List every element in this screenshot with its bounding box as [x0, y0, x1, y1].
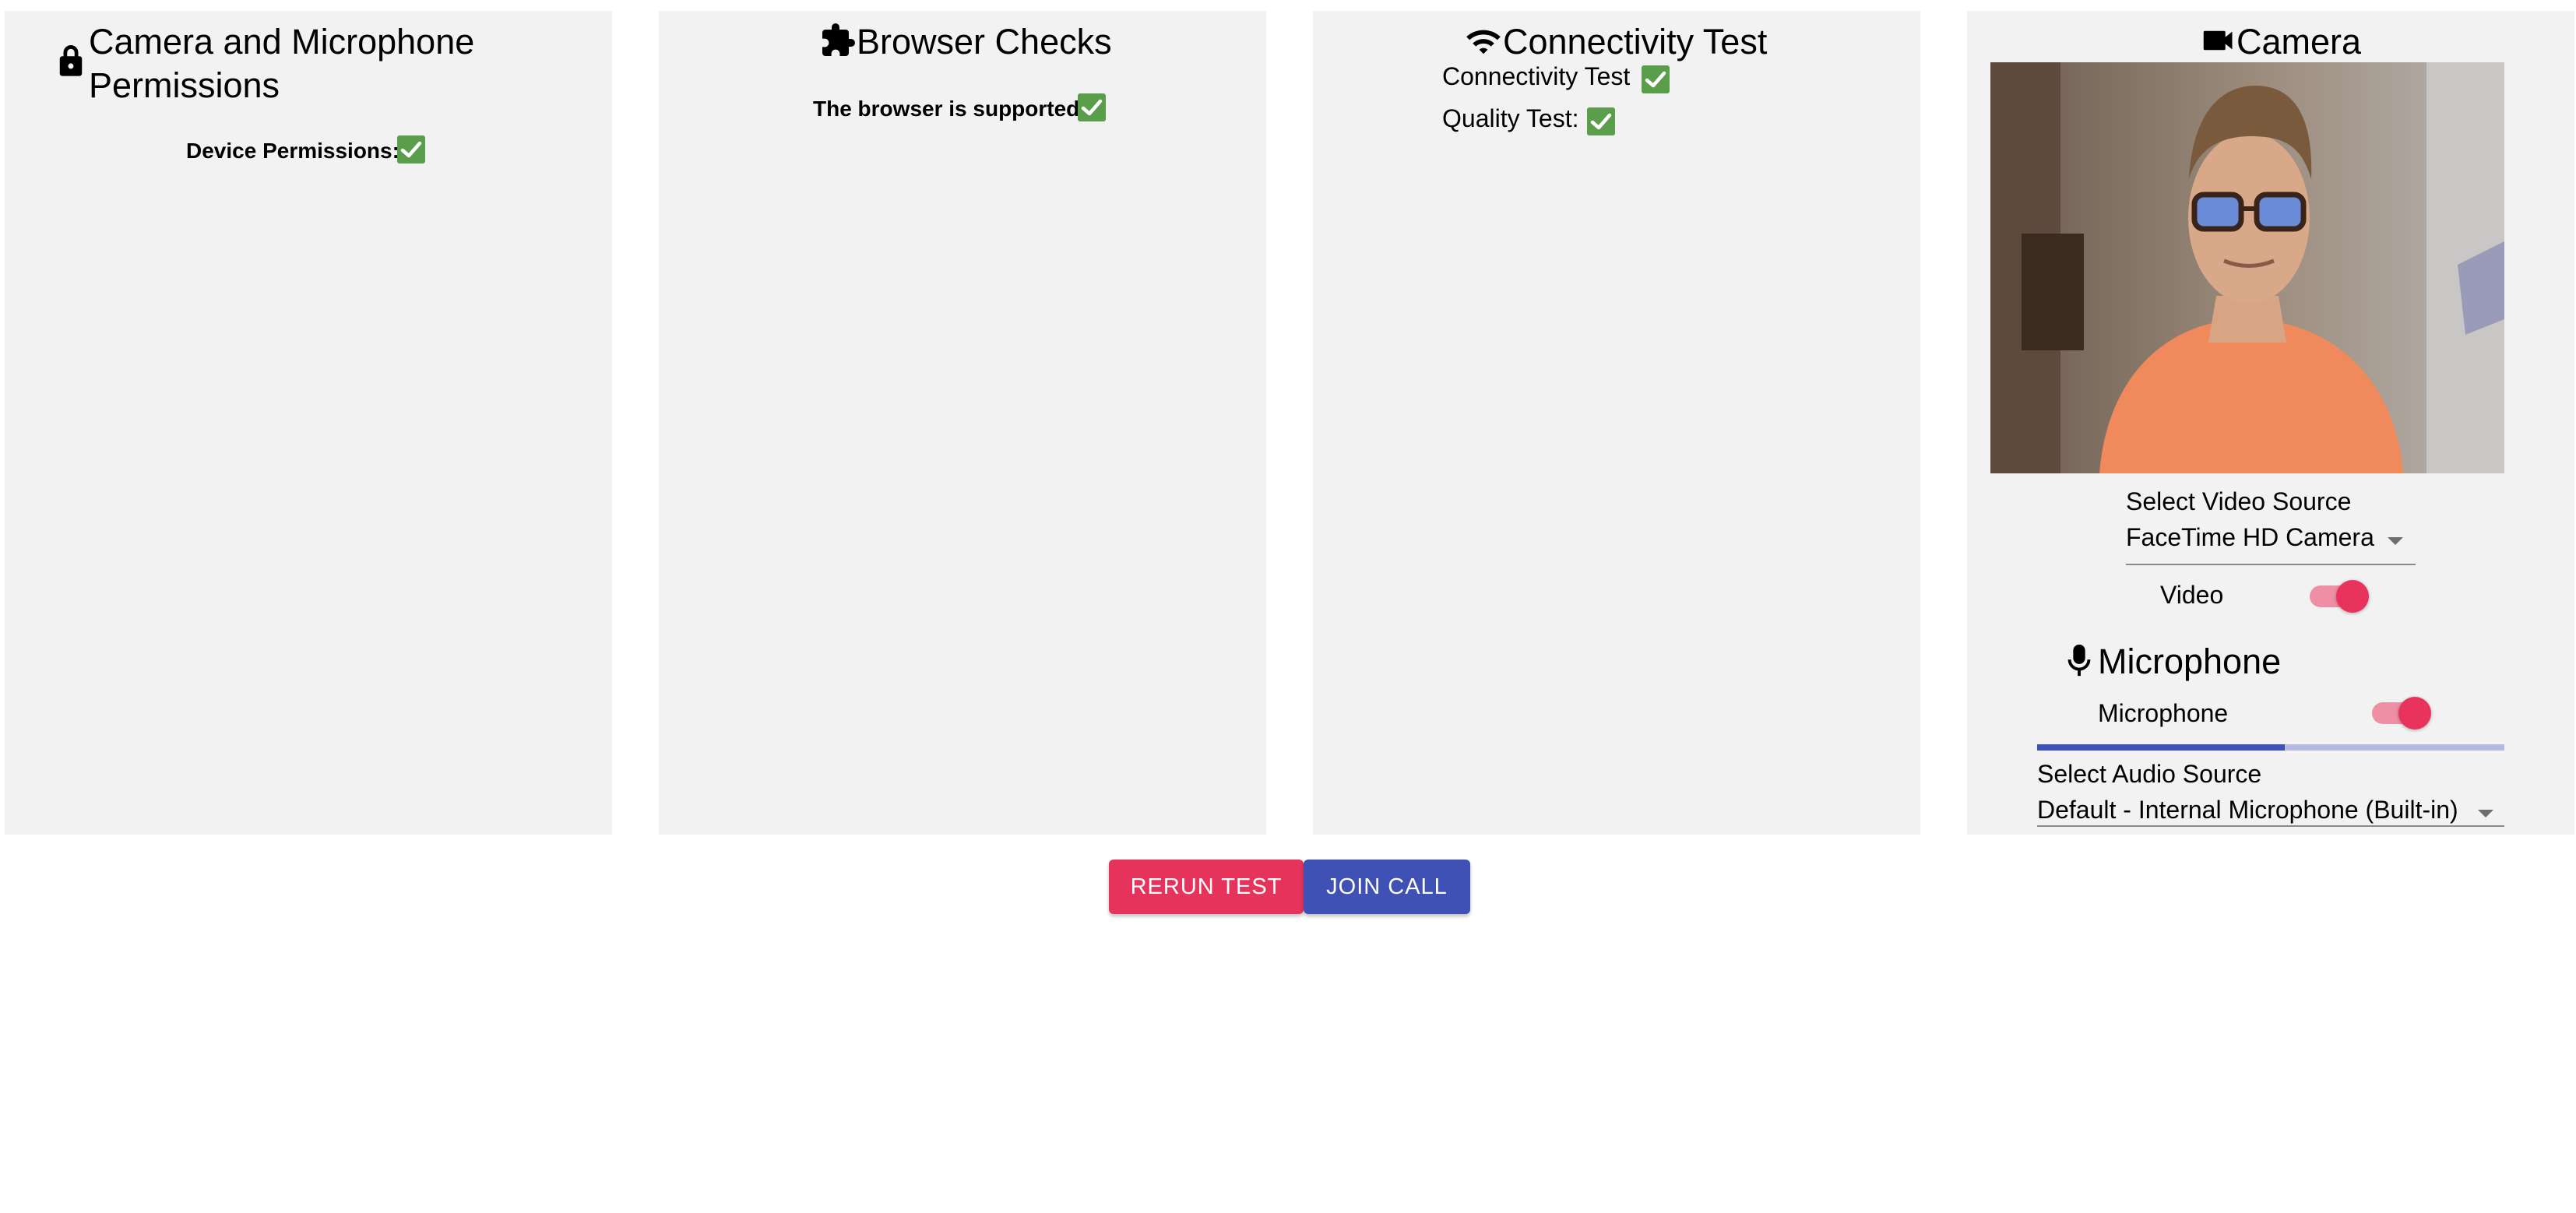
audio-source-chevron-down-icon[interactable] — [2478, 810, 2493, 817]
microphone-toggle[interactable] — [2372, 696, 2434, 730]
videocam-icon — [2202, 28, 2235, 57]
audio-source-label: Select Audio Source — [2037, 760, 2262, 788]
audio-level-meter — [2037, 744, 2504, 751]
permissions-title-line1: Camera and Microphone — [89, 22, 475, 62]
audio-source-underline — [2037, 825, 2504, 827]
browser-checks-panel: Browser Checks The browser is supported — [659, 11, 1266, 835]
audio-level-fill — [2037, 744, 2285, 751]
video-source-underline — [2126, 564, 2416, 565]
mic-icon — [2067, 643, 2092, 683]
puzzle-icon — [819, 22, 857, 63]
microphone-toggle-knob — [2398, 697, 2431, 730]
camera-panel: Camera Select Video Source FaceTime HD C… — [1967, 11, 2574, 835]
quality-test-check-icon — [1587, 107, 1615, 135]
microphone-title: Microphone — [2098, 642, 2282, 681]
video-toggle-knob — [2336, 580, 2369, 613]
camera-title: Camera — [2236, 22, 2362, 62]
video-source-chevron-down-icon[interactable] — [2388, 537, 2403, 545]
connectivity-title: Connectivity Test — [1503, 22, 1768, 62]
browser-checks-title: Browser Checks — [857, 22, 1112, 62]
connectivity-test-check-icon — [1642, 65, 1670, 93]
permissions-title-line2: Permissions — [89, 65, 280, 105]
connectivity-panel: Connectivity Test Connectivity Test Qual… — [1313, 11, 1920, 835]
browser-supported-label: The browser is supported — [813, 97, 1080, 121]
browser-supported-check-icon — [1078, 93, 1106, 121]
device-permissions-check-icon — [397, 135, 425, 163]
rerun-test-button[interactable]: RERUN TEST — [1109, 860, 1304, 914]
audio-source-select[interactable]: Default - Internal Microphone (Built-in) — [2037, 796, 2458, 824]
microphone-toggle-label: Microphone — [2098, 699, 2229, 727]
join-call-button[interactable]: JOIN CALL — [1304, 860, 1470, 914]
camera-preview — [1990, 62, 2504, 473]
permissions-panel: Camera and Microphone Permissions Device… — [5, 11, 612, 835]
video-source-label: Select Video Source — [2126, 487, 2352, 515]
permissions-title: Camera and Microphone Permissions — [89, 20, 474, 107]
device-permissions-label: Device Permissions: — [186, 139, 399, 163]
connectivity-test-label: Connectivity Test — [1442, 62, 1631, 90]
quality-test-label: Quality Test: — [1442, 104, 1579, 132]
video-toggle-label: Video — [2160, 581, 2224, 609]
video-source-select[interactable]: FaceTime HD Camera — [2126, 523, 2374, 552]
lock-icon — [56, 42, 86, 82]
wifi-icon — [1466, 25, 1501, 60]
video-toggle[interactable] — [2310, 579, 2372, 614]
